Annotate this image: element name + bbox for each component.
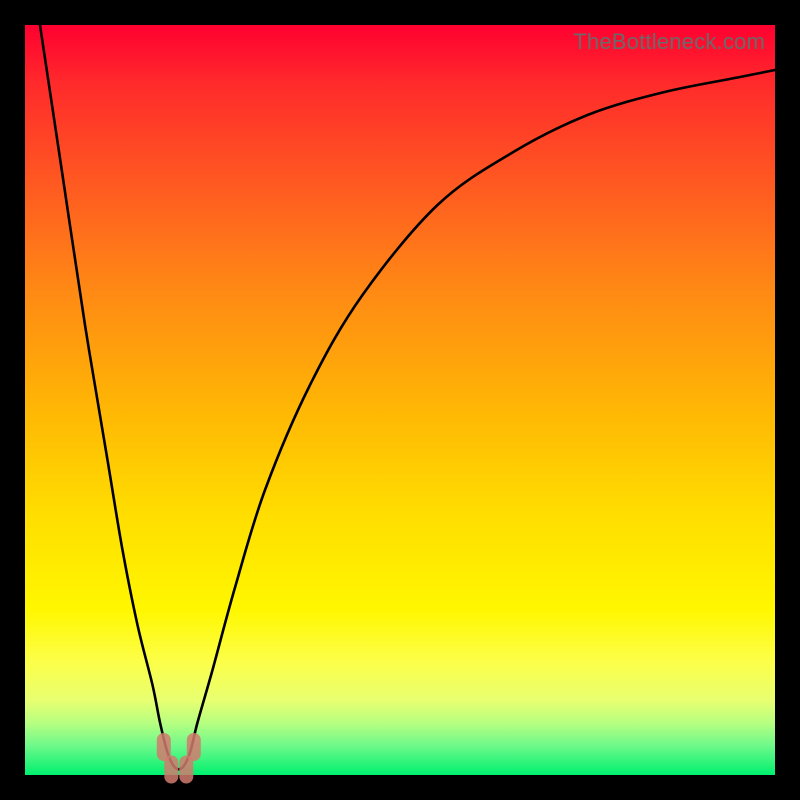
valley-right-marker	[187, 733, 201, 761]
valley-bottom-left	[164, 756, 178, 784]
bottleneck-curve	[25, 25, 775, 775]
valley-markers	[157, 733, 201, 784]
chart-plot-area: TheBottleneck.com	[25, 25, 775, 775]
curve-path	[40, 25, 775, 769]
chart-frame: TheBottleneck.com	[0, 0, 800, 800]
